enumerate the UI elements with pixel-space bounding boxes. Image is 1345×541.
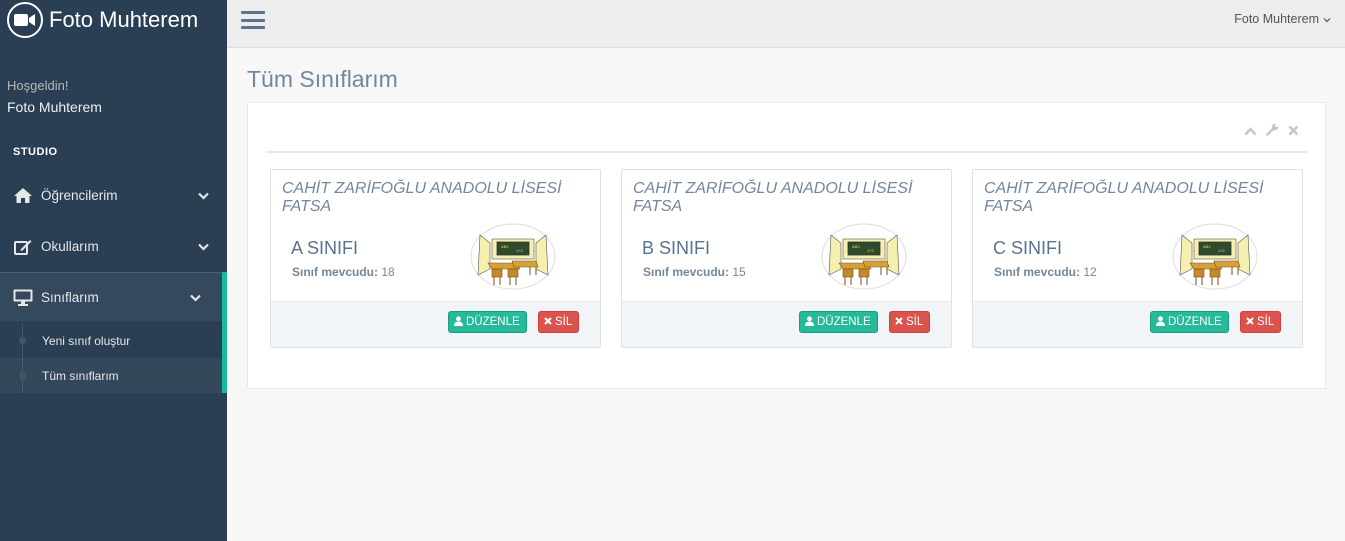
edit-button[interactable]: DÜZENLE — [1150, 311, 1229, 333]
close-icon[interactable] — [1288, 124, 1299, 139]
close-icon — [544, 316, 552, 328]
sidebar-section-title: STUDIO — [13, 146, 58, 158]
brand-name: Foto Muhterem — [49, 7, 199, 32]
user-icon — [454, 315, 463, 329]
panel-toolbox — [1244, 123, 1299, 139]
welcome-username: Foto Muhterem — [7, 99, 102, 115]
user-icon — [805, 315, 814, 329]
delete-button[interactable]: SİL — [538, 311, 580, 333]
card-count-value: 12 — [1083, 265, 1097, 279]
card-student-count: Sınıf mevcudu: 12 — [994, 265, 1097, 279]
card-count-value: 15 — [732, 265, 746, 279]
classes-panel: CAHİT ZARİFOĞLU ANADOLU LİSESİ FATSA A S… — [247, 102, 1326, 389]
svg-text:1+2: 1+2 — [867, 248, 875, 253]
top-navbar: Foto Muhterem — [227, 0, 1345, 48]
edit-button[interactable]: DÜZENLE — [799, 311, 878, 333]
page-title: Tüm Sınıflarım — [247, 66, 398, 92]
card-footer: DÜZENLE SİL — [622, 301, 951, 347]
video-camera-icon — [7, 2, 43, 38]
delete-button[interactable]: SİL — [889, 311, 931, 333]
class-card: CAHİT ZARİFOĞLU ANADOLU LİSESİ FATSA A S… — [270, 169, 601, 348]
sidebar-item-label: Öğrencilerim — [41, 188, 118, 203]
sidebar-item-label: Okullarım — [41, 239, 99, 254]
classroom-image: ABC 1+2 — [470, 223, 556, 290]
svg-text:1+2: 1+2 — [1218, 248, 1226, 253]
sidebar-item-siniflarim[interactable]: Sınıflarım — [0, 272, 227, 323]
user-menu-label: Foto Muhterem — [1234, 12, 1319, 26]
close-icon — [895, 316, 903, 328]
sidebar-item-okullarim[interactable]: Okullarım — [0, 221, 227, 272]
brand[interactable]: Foto Muhterem — [0, 0, 227, 40]
card-school-name: CAHİT ZARİFOĞLU ANADOLU LİSESİ FATSA — [633, 180, 913, 215]
chevron-down-icon — [190, 290, 201, 305]
classroom-image: ABC 1+2 — [821, 223, 907, 290]
class-card: CAHİT ZARİFOĞLU ANADOLU LİSESİ FATSA B S… — [621, 169, 952, 348]
card-student-count: Sınıf mevcudu: 18 — [292, 265, 395, 279]
sidebar-item-ogrencilerim[interactable]: Öğrencilerim — [0, 170, 227, 221]
panel-divider — [266, 151, 1307, 153]
welcome-block: Hoşgeldin! Foto Muhterem — [0, 40, 227, 115]
card-count-label: Sınıf mevcudu: — [292, 265, 379, 279]
edit-button[interactable]: DÜZENLE — [448, 311, 527, 333]
card-count-label: Sınıf mevcudu: — [994, 265, 1081, 279]
edit-button-label: DÜZENLE — [817, 316, 871, 328]
edit-button-label: DÜZENLE — [1168, 316, 1222, 328]
delete-button[interactable]: SİL — [1240, 311, 1282, 333]
user-icon — [1156, 315, 1165, 329]
delete-button-label: SİL — [555, 316, 573, 328]
sidebar-item-label: Sınıflarım — [41, 290, 99, 305]
welcome-greeting: Hoşgeldin! — [7, 78, 69, 93]
chevron-down-icon — [198, 188, 209, 203]
home-icon — [12, 187, 34, 205]
wrench-icon[interactable] — [1266, 123, 1279, 139]
card-footer: DÜZENLE SİL — [271, 301, 600, 347]
chevron-down-icon — [1323, 12, 1331, 26]
card-school-name: CAHİT ZARİFOĞLU ANADOLU LİSESİ FATSA — [984, 180, 1264, 215]
card-class-name: B SINIFI — [642, 238, 711, 258]
edit-button-label: DÜZENLE — [466, 316, 520, 328]
class-card: CAHİT ZARİFOĞLU ANADOLU LİSESİ FATSA C S… — [972, 169, 1303, 348]
svg-text:ABC: ABC — [852, 244, 860, 249]
sidebar-subitem-yeni-sinif[interactable]: Yeni sınıf oluştur — [0, 323, 222, 358]
desktop-icon — [12, 289, 34, 307]
edit-icon — [12, 238, 34, 256]
card-student-count: Sınıf mevcudu: 15 — [643, 265, 746, 279]
sidebar-subitem-tum-siniflar[interactable]: Tüm sınıflarım — [0, 358, 222, 393]
card-school-name: CAHİT ZARİFOĞLU ANADOLU LİSESİ FATSA — [282, 180, 562, 215]
delete-button-label: SİL — [1257, 316, 1275, 328]
card-class-name: C SINIFI — [993, 238, 1063, 258]
sidebar-subnav: Yeni sınıf oluştur Tüm sınıflarım — [0, 323, 227, 393]
svg-text:1+2: 1+2 — [516, 248, 524, 253]
card-footer: DÜZENLE SİL — [973, 301, 1302, 347]
user-menu[interactable]: Foto Muhterem — [1234, 12, 1331, 26]
card-class-name: A SINIFI — [291, 238, 359, 258]
delete-button-label: SİL — [906, 316, 924, 328]
hamburger-menu-icon[interactable] — [241, 9, 265, 31]
chevron-down-icon — [198, 239, 209, 254]
card-count-label: Sınıf mevcudu: — [643, 265, 730, 279]
classroom-image: ABC 1+2 — [1172, 223, 1258, 290]
sidebar: Foto Muhterem Hoşgeldin! Foto Muhterem S… — [0, 0, 227, 541]
svg-text:ABC: ABC — [501, 244, 509, 249]
sidebar-nav: Öğrencilerim Okullarım Sınıflarım Yeni s… — [0, 170, 227, 393]
svg-text:ABC: ABC — [1203, 244, 1211, 249]
card-count-value: 18 — [381, 265, 395, 279]
chevron-up-icon[interactable] — [1244, 124, 1257, 139]
close-icon — [1246, 316, 1254, 328]
